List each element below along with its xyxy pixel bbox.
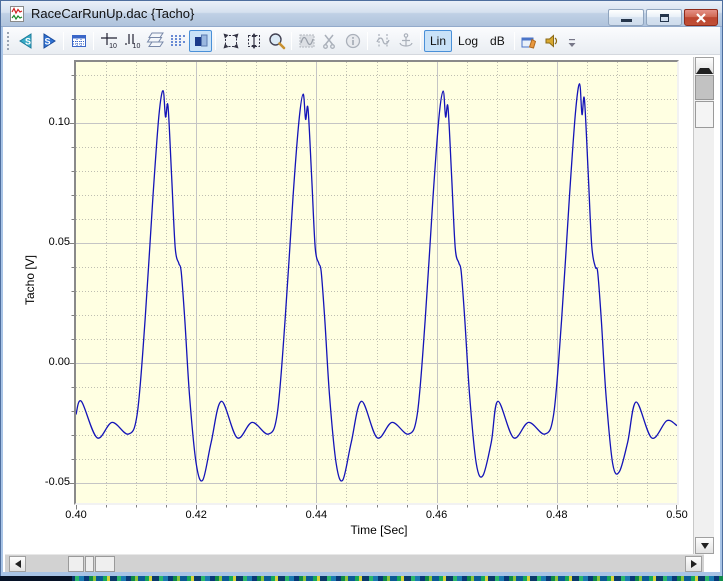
y-axis-ticks: [68, 62, 74, 503]
arrow-down-icon: [701, 543, 709, 549]
x-axis-ticks: [76, 505, 677, 511]
filter-cursor-icon: [373, 31, 393, 51]
toolbar-separator: [93, 32, 94, 50]
toolbar: S S 10: [3, 27, 720, 55]
vertical-cursor-button[interactable]: 10: [120, 30, 143, 52]
lin-scale-button[interactable]: Lin: [424, 30, 452, 52]
x-tick-label: 0.44: [296, 509, 336, 521]
db-scale-button[interactable]: dB: [484, 30, 511, 52]
svg-text:S: S: [44, 36, 50, 46]
titlebar: RaceCarRunUp.dac {Tacho}: [1, 1, 722, 27]
info-button: [341, 30, 364, 52]
zoom-out-icon: [221, 31, 241, 51]
curve-display-icon: [191, 31, 211, 51]
y-tick-label: -0.05: [28, 476, 70, 488]
scissors-icon: [320, 31, 340, 51]
toolbar-grip[interactable]: [7, 32, 10, 50]
window-title: RaceCarRunUp.dac {Tacho}: [31, 6, 194, 21]
prev-signal-button[interactable]: S: [14, 30, 37, 52]
next-signal-button[interactable]: S: [37, 30, 60, 52]
toolbar-separator: [215, 32, 216, 50]
hand-window-icon: [519, 31, 539, 51]
dotted-lines-button[interactable]: [166, 30, 189, 52]
vertical-scroll-shade[interactable]: [695, 75, 714, 100]
toolbar-separator: [514, 32, 515, 50]
svg-text:10: 10: [132, 43, 140, 50]
speaker-icon: [542, 31, 562, 51]
waveform-doc-icon: [9, 6, 25, 22]
close-icon: [695, 13, 707, 23]
x-tick-label: 0.42: [176, 509, 216, 521]
zoom-vertical-icon: [244, 31, 264, 51]
vertical-scroll-thumb[interactable]: [695, 101, 714, 128]
scroll-up-button[interactable]: [695, 57, 714, 74]
restore-icon: [660, 14, 669, 22]
app-window: RaceCarRunUp.dac {Tacho} S S: [0, 0, 723, 577]
scroll-down-button[interactable]: [695, 537, 714, 554]
stacked-layers-icon: [145, 31, 165, 51]
x-axis-title: Time [Sec]: [299, 523, 459, 537]
data-table-button[interactable]: [67, 30, 90, 52]
x-tick-label: 0.40: [56, 509, 96, 521]
horizontal-cursor-button[interactable]: 10: [97, 30, 120, 52]
next-signal-icon: S: [39, 31, 59, 51]
x-tick-label: 0.48: [537, 509, 577, 521]
scroll-left-button[interactable]: [9, 556, 26, 572]
filter-cursor-button: [371, 30, 394, 52]
toolbar-separator: [420, 32, 421, 50]
wave-select-icon: [297, 31, 317, 51]
speaker-button[interactable]: [541, 30, 564, 52]
toolbar-separator: [291, 32, 292, 50]
plot-region: Tacho [V] Time [Sec] 0.40 0.42 0.44 0.46 0.4…: [3, 55, 720, 572]
background-window-strip: [0, 576, 723, 581]
close-button[interactable]: [684, 9, 718, 26]
log-scale-button[interactable]: Log: [452, 30, 484, 52]
horizontal-cursor-icon: 10: [99, 31, 119, 51]
cut-signal-button: [318, 30, 341, 52]
y-tick-label: 0.00: [28, 356, 70, 368]
wave-select-button: [295, 30, 318, 52]
plot-canvas[interactable]: [74, 60, 679, 505]
x-tick-label: 0.50: [657, 509, 697, 521]
horizontal-scrollbar[interactable]: [5, 554, 704, 572]
arrow-right-icon: [691, 560, 697, 568]
dotted-lines-icon: [168, 31, 188, 51]
horizontal-scroll-thumb[interactable]: [95, 556, 115, 572]
minimize-button[interactable]: [608, 9, 644, 26]
arrow-up-icon: [696, 57, 713, 74]
minimize-icon: [621, 19, 632, 22]
anchor-icon: [396, 31, 416, 51]
y-tick-label: 0.10: [28, 116, 70, 128]
toolbar-separator: [63, 32, 64, 50]
svg-text:10: 10: [109, 43, 117, 50]
vertical-scrollbar[interactable]: [693, 57, 714, 554]
vertical-cursor-icon: 10: [122, 31, 142, 51]
zoom-out-button[interactable]: [219, 30, 242, 52]
signal-chart: [76, 62, 677, 503]
svg-text:S: S: [24, 36, 30, 46]
zoom-lens-button[interactable]: [265, 30, 288, 52]
curve-display-button[interactable]: [189, 30, 212, 52]
restore-button[interactable]: [646, 9, 682, 26]
anchor-button: [394, 30, 417, 52]
zoom-lens-icon: [267, 31, 287, 51]
y-axis-title: Tacho [V]: [23, 255, 37, 305]
toolbar-separator: [367, 32, 368, 50]
toolbar-overflow-button[interactable]: [566, 35, 578, 54]
info-icon: [343, 31, 363, 51]
horizontal-scroll-thumb[interactable]: [68, 556, 84, 572]
prev-signal-icon: S: [16, 31, 36, 51]
data-table-icon: [69, 31, 89, 51]
horizontal-scroll-thumb[interactable]: [85, 556, 94, 572]
chevron-down-icon: [566, 35, 578, 49]
stacked-layers-button[interactable]: [143, 30, 166, 52]
scroll-right-button[interactable]: [685, 556, 702, 572]
y-tick-label: 0.05: [28, 236, 70, 248]
zoom-vertical-button[interactable]: [242, 30, 265, 52]
hand-window-button[interactable]: [518, 30, 541, 52]
arrow-left-icon: [15, 560, 21, 568]
x-tick-label: 0.46: [417, 509, 457, 521]
window-controls: [608, 9, 718, 26]
